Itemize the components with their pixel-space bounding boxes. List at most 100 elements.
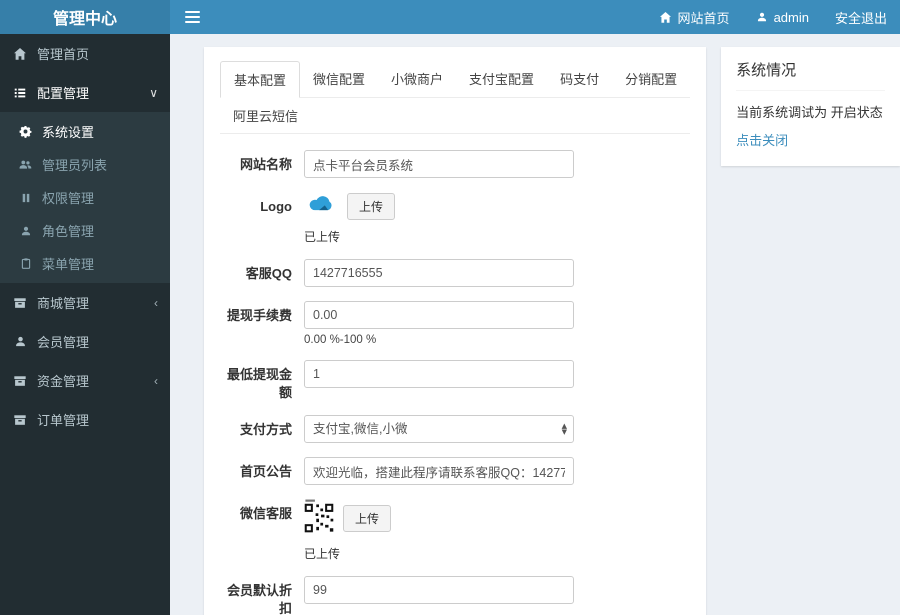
sidebar-item-label: 角色管理 bbox=[42, 224, 95, 239]
sidebar-item-members[interactable]: 会员管理 bbox=[0, 322, 170, 361]
system-status-title: 系统情况 bbox=[736, 59, 885, 91]
member-discount-row: 会员默认折扣 bbox=[220, 576, 690, 615]
homepage-notice-label: 首页公告 bbox=[239, 464, 292, 480]
box-icon bbox=[12, 296, 28, 310]
tab-row-1: 基本配置 微信配置 小微商户 支付宝配置 码支付 分销配置 bbox=[220, 61, 691, 98]
logo-upload-status: 已上传 bbox=[304, 230, 341, 244]
sidebar-item-label: 资金管理 bbox=[37, 374, 90, 389]
navbar: 网站首页 admin 安全退出 bbox=[170, 0, 900, 34]
logo-row: Logo 上传 已上传 bbox=[220, 192, 690, 245]
person-icon bbox=[18, 225, 33, 237]
tab-alipay-config[interactable]: 支付宝配置 bbox=[456, 61, 547, 97]
withdraw-fee-label: 提现手续费 bbox=[226, 308, 292, 323]
sidebar-item-menus[interactable]: 菜单管理 bbox=[0, 247, 170, 280]
sidebar-item-label: 权限管理 bbox=[42, 191, 95, 206]
nav-logout[interactable]: 安全退出 bbox=[822, 8, 900, 27]
sidebar-item-funds[interactable]: 资金管理 ‹ bbox=[0, 361, 170, 400]
site-name-row: 网站名称 bbox=[220, 150, 690, 178]
sidebar-item-system-settings[interactable]: 系统设置 bbox=[0, 115, 170, 148]
withdraw-fee-input[interactable] bbox=[304, 301, 574, 329]
logo-upload-button[interactable]: 上传 bbox=[347, 193, 396, 220]
min-withdraw-input[interactable] bbox=[304, 360, 574, 388]
pay-method-select[interactable]: 支付宝,微信,小微 bbox=[304, 415, 574, 444]
top-bar: 管理中心 网站首页 admin 安全退出 bbox=[0, 0, 900, 34]
sidebar-item-label: 商城管理 bbox=[37, 296, 90, 311]
member-discount-label: 会员默认折扣 bbox=[226, 583, 292, 615]
sidebar-item-label: 管理首页 bbox=[37, 47, 90, 62]
list-icon bbox=[12, 86, 28, 100]
person-icon bbox=[12, 335, 28, 348]
tab-xiaowei-merchant[interactable]: 小微商户 bbox=[378, 61, 456, 97]
tab-wechat-config[interactable]: 微信配置 bbox=[300, 61, 378, 97]
sidebar: 管理首页 配置管理 ∨ 系统设置 管理员列表 权限管理 角色管理 菜单管理 商城… bbox=[0, 34, 170, 615]
gear-icon bbox=[18, 125, 33, 138]
sidebar-item-dashboard[interactable]: 管理首页 bbox=[0, 34, 170, 73]
basic-config-form: 网站名称 Logo 上传 已上传 bbox=[220, 150, 690, 615]
pause-bars-icon bbox=[18, 192, 33, 204]
user-icon bbox=[756, 11, 768, 23]
sidebar-item-orders[interactable]: 订单管理 bbox=[0, 400, 170, 439]
sidebar-item-roles[interactable]: 角色管理 bbox=[0, 214, 170, 247]
home-icon bbox=[659, 11, 672, 24]
sidebar-item-label: 配置管理 bbox=[37, 86, 90, 101]
member-discount-input[interactable] bbox=[304, 576, 574, 605]
box-icon bbox=[12, 413, 28, 427]
system-status-text: 当前系统调试为 开启状态 bbox=[736, 105, 883, 120]
system-status-card: 系统情况 当前系统调试为 开启状态 点击关闭 bbox=[721, 47, 900, 166]
menu-toggle-icon[interactable] bbox=[170, 0, 215, 34]
pay-method-row: 支付方式 支付宝,微信,小微 ▲ ▼ bbox=[220, 415, 690, 444]
sidebar-item-label: 会员管理 bbox=[37, 335, 90, 350]
brand-title[interactable]: 管理中心 bbox=[0, 0, 170, 34]
site-name-label: 网站名称 bbox=[239, 157, 292, 172]
service-qq-label: 客服QQ bbox=[245, 266, 292, 281]
content-area: 基本配置 微信配置 小微商户 支付宝配置 码支付 分销配置 阿里云短信 网站名称 bbox=[170, 34, 900, 615]
tab-aliyun-sms[interactable]: 阿里云短信 bbox=[220, 98, 311, 133]
settings-card: 基本配置 微信配置 小微商户 支付宝配置 码支付 分销配置 阿里云短信 网站名称 bbox=[204, 47, 707, 615]
nav-user[interactable]: admin bbox=[743, 8, 822, 27]
debug-toggle-link[interactable]: 点击关闭 bbox=[736, 130, 788, 149]
wechat-qr-image bbox=[304, 499, 334, 538]
sidebar-item-config[interactable]: 配置管理 ∨ bbox=[0, 73, 170, 112]
clipboard-icon bbox=[18, 257, 33, 270]
service-qq-input[interactable] bbox=[304, 259, 574, 287]
home-icon bbox=[12, 47, 28, 61]
box-icon bbox=[12, 374, 28, 388]
sidebar-item-admin-list[interactable]: 管理员列表 bbox=[0, 148, 170, 181]
tab-distribution-config[interactable]: 分销配置 bbox=[612, 61, 690, 97]
chevron-left-icon: ‹ bbox=[154, 295, 158, 310]
nav-site-home[interactable]: 网站首页 bbox=[646, 8, 743, 27]
site-name-input[interactable] bbox=[304, 150, 574, 178]
sidebar-item-permissions[interactable]: 权限管理 bbox=[0, 181, 170, 214]
sidebar-item-label: 订单管理 bbox=[37, 413, 90, 428]
homepage-notice-input[interactable] bbox=[304, 457, 574, 486]
chevron-down-icon: ∨ bbox=[149, 85, 158, 100]
withdraw-fee-row: 提现手续费 0.00 %-100 % bbox=[220, 301, 690, 346]
wechat-service-label: 微信客服 bbox=[239, 506, 292, 522]
tab-codepay[interactable]: 码支付 bbox=[547, 61, 612, 97]
min-withdraw-row: 最低提现金额 bbox=[220, 360, 690, 401]
sidebar-item-label: 系统设置 bbox=[42, 125, 95, 140]
tab-row-2: 阿里云短信 bbox=[220, 98, 691, 134]
nav-user-label: admin bbox=[773, 9, 809, 25]
wechat-service-row: 微信客服 上传 已上传 bbox=[220, 499, 690, 562]
service-qq-row: 客服QQ bbox=[220, 259, 690, 287]
withdraw-fee-hint: 0.00 %-100 % bbox=[304, 334, 377, 346]
sidebar-item-mall[interactable]: 商城管理 ‹ bbox=[0, 283, 170, 322]
min-withdraw-label: 最低提现金额 bbox=[226, 367, 292, 400]
sidebar-item-label: 管理员列表 bbox=[42, 158, 108, 173]
chevron-left-icon: ‹ bbox=[154, 373, 158, 388]
users-icon bbox=[18, 158, 33, 171]
nav-logout-label: 安全退出 bbox=[834, 10, 887, 26]
pay-method-label: 支付方式 bbox=[239, 422, 292, 438]
wechat-qr-upload-button[interactable]: 上传 bbox=[343, 505, 392, 533]
nav-site-home-label: 网站首页 bbox=[677, 10, 730, 26]
homepage-notice-row: 首页公告 bbox=[220, 457, 690, 486]
sidebar-submenu-config: 系统设置 管理员列表 权限管理 角色管理 菜单管理 bbox=[0, 112, 170, 283]
sidebar-item-label: 菜单管理 bbox=[42, 257, 95, 272]
wechat-qr-upload-status: 已上传 bbox=[304, 547, 341, 562]
tab-basic-config[interactable]: 基本配置 bbox=[220, 61, 301, 98]
admin-app: 管理中心 网站首页 admin 安全退出 管理首页 配置管理 ∨ 系统设置 管理… bbox=[0, 0, 900, 615]
navbar-right: 网站首页 admin 安全退出 bbox=[646, 8, 900, 27]
logo-image bbox=[304, 192, 338, 221]
logo-label: Logo bbox=[260, 199, 292, 214]
